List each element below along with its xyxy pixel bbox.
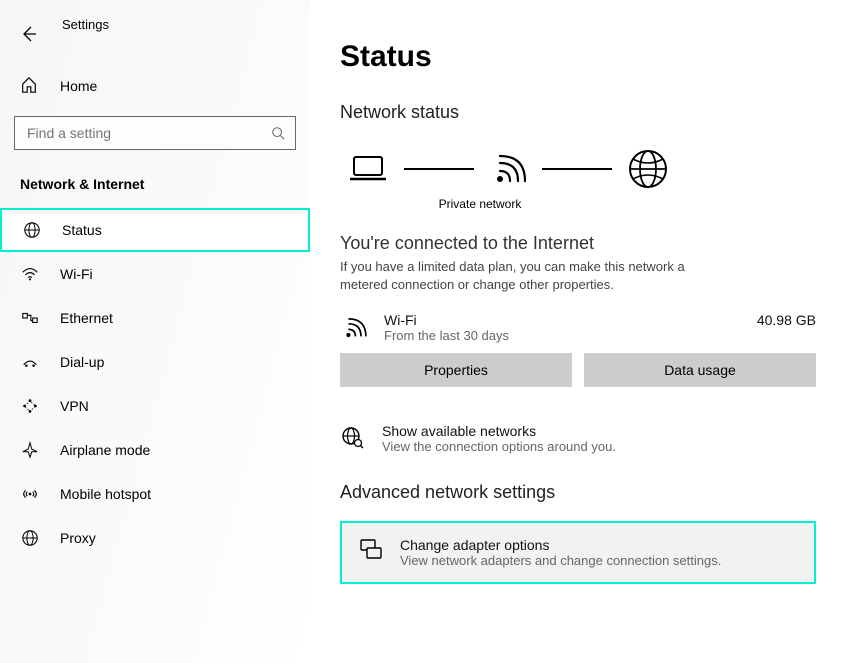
adapter-desc: View network adapters and change connect… <box>400 553 721 568</box>
dialup-icon <box>20 352 40 372</box>
arrow-left-icon <box>19 25 37 43</box>
sidebar-item-vpn[interactable]: VPN <box>0 384 310 428</box>
home-label: Home <box>60 78 97 94</box>
proxy-icon <box>20 528 40 548</box>
sidebar-item-label: Mobile hotspot <box>60 486 151 502</box>
ethernet-icon <box>20 308 40 328</box>
wifi-signal-icon <box>340 314 368 342</box>
connected-description: If you have a limited data plan, you can… <box>340 258 720 294</box>
sidebar-item-proxy[interactable]: Proxy <box>0 516 310 560</box>
properties-button[interactable]: Properties <box>340 353 572 387</box>
connection-usage: 40.98 GB <box>757 312 816 328</box>
sidebar-item-label: Wi-Fi <box>60 266 93 282</box>
network-status-heading: Network status <box>340 102 816 123</box>
globe-large-icon <box>626 147 670 191</box>
sidebar-item-label: Status <box>62 222 102 238</box>
back-button[interactable] <box>12 18 44 50</box>
show-networks-title: Show available networks <box>382 423 616 439</box>
sidebar: Settings Home Network & Internet Status <box>0 0 310 663</box>
connected-heading: You're connected to the Internet <box>340 233 816 254</box>
sidebar-item-label: Proxy <box>60 530 96 546</box>
sidebar-item-label: Ethernet <box>60 310 113 326</box>
connection-row: Wi-Fi From the last 30 days 40.98 GB <box>340 312 816 343</box>
diagram-line <box>542 168 612 170</box>
globe-search-icon <box>340 425 364 449</box>
show-networks-link[interactable]: Show available networks View the connect… <box>340 423 816 454</box>
sidebar-item-label: Dial-up <box>60 354 104 370</box>
diagram-caption: Private network <box>340 197 620 211</box>
data-usage-button-label: Data usage <box>664 362 736 378</box>
globe-icon <box>22 220 42 240</box>
hotspot-icon <box>20 484 40 504</box>
adapter-title: Change adapter options <box>400 537 721 553</box>
sidebar-item-ethernet[interactable]: Ethernet <box>0 296 310 340</box>
sidebar-item-hotspot[interactable]: Mobile hotspot <box>0 472 310 516</box>
vpn-icon <box>20 396 40 416</box>
sidebar-item-label: Airplane mode <box>60 442 150 458</box>
sidebar-item-status[interactable]: Status <box>0 208 310 252</box>
data-usage-button[interactable]: Data usage <box>584 353 816 387</box>
connection-name: Wi-Fi <box>384 312 741 328</box>
home-icon <box>20 76 40 96</box>
diagram-line <box>404 168 474 170</box>
sidebar-item-dialup[interactable]: Dial-up <box>0 340 310 384</box>
sidebar-item-wifi[interactable]: Wi-Fi <box>0 252 310 296</box>
change-adapter-card[interactable]: Change adapter options View network adap… <box>340 521 816 584</box>
home-nav[interactable]: Home <box>0 64 310 108</box>
laptop-icon <box>346 147 390 191</box>
sidebar-section-header: Network & Internet <box>0 166 310 208</box>
sidebar-item-label: VPN <box>60 398 89 414</box>
adapter-icon <box>358 537 382 561</box>
connection-subtext: From the last 30 days <box>384 328 741 343</box>
sidebar-item-airplane[interactable]: Airplane mode <box>0 428 310 472</box>
wifi-signal-icon <box>488 149 528 189</box>
wifi-icon <box>20 264 40 284</box>
app-title: Settings <box>62 17 109 32</box>
airplane-icon <box>20 440 40 460</box>
network-diagram <box>346 147 816 191</box>
search-icon <box>271 126 285 140</box>
search-box[interactable] <box>14 116 296 150</box>
main-content: Status Network status Private network Yo… <box>310 0 846 663</box>
show-networks-desc: View the connection options around you. <box>382 439 616 454</box>
page-title: Status <box>340 40 816 74</box>
properties-button-label: Properties <box>424 362 488 378</box>
advanced-heading: Advanced network settings <box>340 482 816 503</box>
search-input[interactable] <box>25 124 271 142</box>
